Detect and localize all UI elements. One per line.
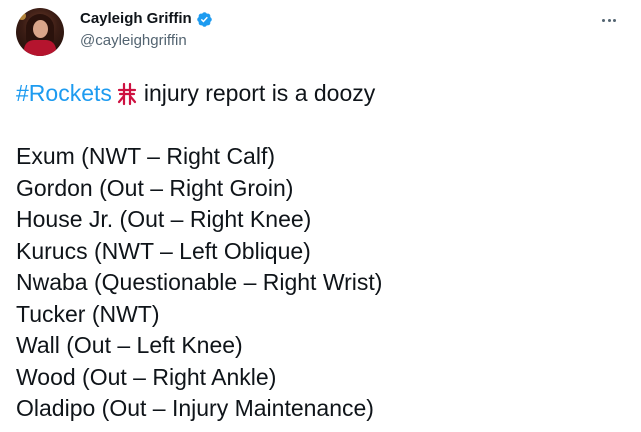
tweet-card: Cayleigh Griffin @cayleighgriffin #Rocke… — [0, 0, 641, 432]
more-dot — [602, 18, 606, 22]
injury-line: Nwaba (Questionable – Right Wrist) — [16, 269, 383, 295]
hashtag-link[interactable]: #Rockets — [16, 78, 112, 110]
injury-line: Wall (Out – Left Knee) — [16, 332, 243, 358]
avatar-background-light — [18, 12, 26, 20]
author-display-name[interactable]: Cayleigh Griffin — [80, 9, 192, 29]
injury-line: Exum (NWT – Right Calf) — [16, 143, 276, 169]
injury-line: Tucker (NWT) — [16, 300, 160, 327]
injury-line: Kurucs (NWT – Left Oblique) — [16, 237, 311, 264]
injury-line: Gordon (Out – Right Groin) — [16, 174, 294, 201]
avatar-shirt — [24, 40, 56, 56]
avatar-face — [33, 20, 48, 38]
author-handle[interactable]: @cayleighgriffin — [80, 31, 187, 51]
author-name-row: Cayleigh Griffin — [80, 9, 213, 29]
verified-badge-icon — [196, 11, 212, 27]
injury-line: Oladipo (Out – Injury Maintenance) — [16, 395, 374, 421]
houston-rockets-logo-icon — [117, 82, 136, 105]
tweet-text: #Rockets injury report is a doozy Exum (… — [16, 78, 626, 425]
injury-line: Wood (Out – Right Ankle) — [16, 363, 277, 390]
more-options-icon[interactable] — [599, 10, 619, 30]
tweet-first-line: #Rockets injury report is a doozy — [16, 78, 626, 110]
more-dot — [612, 18, 616, 22]
avatar[interactable] — [16, 8, 64, 56]
injury-line: House Jr. (Out – Right Knee) — [16, 206, 312, 232]
tweet-intro-text: injury report is a doozy — [143, 80, 376, 106]
more-dot — [607, 18, 611, 22]
